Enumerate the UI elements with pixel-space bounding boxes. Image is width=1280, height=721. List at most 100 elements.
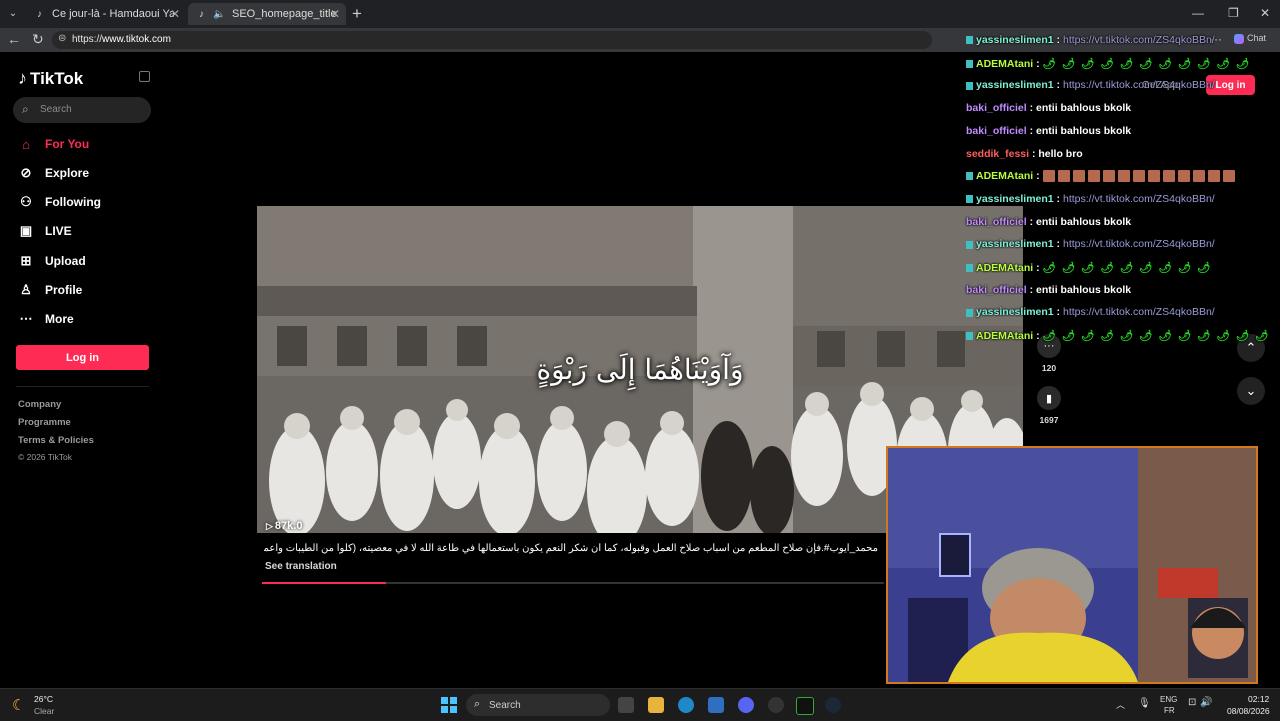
- footer-terms-link[interactable]: Terms & Policies: [18, 435, 94, 446]
- search-icon: ⌕: [474, 698, 481, 710]
- save-action[interactable]: ▮ 1697: [1034, 386, 1064, 425]
- chat-link[interactable]: https://vt.tiktok.com/ZS4qkoBBn/: [1063, 306, 1215, 318]
- footer-company-link[interactable]: Company: [18, 399, 61, 410]
- tab-ce-jour-la[interactable]: ♪ Ce jour-là - Hamdaoui Yassmine (\ ✕: [26, 3, 186, 25]
- chat-message: yassineslimen1 : https://vt.tiktok.com/Z…: [966, 79, 1215, 91]
- edge-browser-icon[interactable]: [678, 697, 694, 713]
- keyboard-layout[interactable]: FR: [1164, 706, 1175, 715]
- moon-weather-icon[interactable]: ☾: [12, 696, 25, 714]
- footer-programme-link[interactable]: Programme: [18, 417, 71, 428]
- chat-emote-icon: [1162, 170, 1175, 183]
- chat-message: yassineslimen1 : https://vt.tiktok.com/Z…: [966, 34, 1215, 46]
- nav-following[interactable]: ⚇ Following: [18, 191, 101, 213]
- chat-emote-icon: [1087, 170, 1100, 183]
- file-explorer-icon[interactable]: [648, 697, 664, 713]
- show-hidden-icons-icon[interactable]: ︿: [1116, 698, 1125, 711]
- windows-start-icon[interactable]: [441, 697, 457, 713]
- chat-emote-icon: [1132, 170, 1145, 183]
- store-icon[interactable]: [708, 697, 724, 713]
- chat-message: yassineslimen1 : https://vt.tiktok.com/Z…: [966, 193, 1215, 205]
- chat-username: yassineslimen1: [976, 34, 1054, 46]
- chat-link[interactable]: https://vt.tiktok.com/ZS4qkoBBn/: [1063, 238, 1215, 250]
- video-progress-bar[interactable]: [262, 582, 884, 584]
- nav-profile[interactable]: ♙ Profile: [18, 279, 82, 301]
- minimize-button[interactable]: —: [1192, 6, 1204, 20]
- chevron-up-icon: ⌃: [1245, 340, 1257, 355]
- chat-emote-icon: [1177, 170, 1190, 183]
- clock-time[interactable]: 02:12: [1248, 694, 1269, 704]
- tab-list-menu-icon[interactable]: ⌄: [4, 6, 22, 22]
- tiktok-logo[interactable]: ♪ TikTok: [18, 68, 83, 89]
- tab-seo-homepage[interactable]: ♪ 🔈 SEO_homepage_title ✕: [188, 3, 346, 25]
- discord-icon[interactable]: [738, 697, 754, 713]
- collapse-sidebar-icon[interactable]: [139, 71, 150, 82]
- chat-badge-icon: [966, 332, 973, 341]
- new-tab-button[interactable]: +: [352, 4, 362, 24]
- chat-emote-icon: [1222, 170, 1235, 183]
- video-description: محمد_أيوب#.فإن صلاح المطعم من أسباب صلاح…: [264, 543, 878, 554]
- chat-badge-icon: [966, 81, 973, 90]
- search-input[interactable]: ⌕ Search: [13, 97, 151, 123]
- tiktok-sidebar: ♪ TikTok ⌕ Search ⌂ For You ⊘ Explore ⚇ Fol…: [0, 52, 165, 688]
- app-icon[interactable]: [768, 697, 784, 713]
- following-icon: ⚇: [20, 194, 32, 209]
- chevron-down-icon: ⌄: [1245, 383, 1257, 398]
- chat-emote-icon: [1057, 170, 1070, 183]
- footer-copyright: © 2026 TikTok: [18, 452, 72, 462]
- microphone-icon[interactable]: 🎙: [1138, 698, 1151, 709]
- chat-button[interactable]: Chat: [1234, 33, 1266, 44]
- clock-date[interactable]: 08/08/2026: [1227, 706, 1270, 716]
- chat-text: hello bro: [1038, 147, 1083, 160]
- chat-emote-icon: [1207, 170, 1220, 183]
- restore-button[interactable]: ❐: [1228, 6, 1239, 20]
- home-icon: ⌂: [22, 136, 30, 152]
- chat-message: baki_officiel : entii bahlous bkolk: [966, 124, 1132, 137]
- chat-badge-icon: [966, 195, 973, 204]
- chat-message: yassineslimen1 : https://vt.tiktok.com/Z…: [966, 238, 1215, 250]
- terminal-icon[interactable]: [796, 697, 814, 715]
- copilot-icon: [1234, 33, 1244, 44]
- chat-message: baki_officiel : entii bahlous bkolk: [966, 283, 1132, 296]
- language-indicator[interactable]: ENG: [1160, 695, 1177, 704]
- tab-close-icon[interactable]: ✕: [170, 7, 180, 21]
- url-field[interactable]: ⊜ https://www.tiktok.com: [52, 31, 932, 49]
- play-icon: ▷: [266, 521, 273, 531]
- bookmark-icon: ▮: [1037, 386, 1061, 410]
- more-icon: ⋯: [19, 311, 33, 326]
- chat-link[interactable]: https://vt.tiktok.com/ZS4qkoBBn/: [1063, 193, 1215, 205]
- nav-live[interactable]: ▣ LIVE: [18, 220, 72, 242]
- steam-icon[interactable]: [825, 697, 841, 713]
- save-count: 1697: [1039, 415, 1059, 425]
- live-icon: ▣: [19, 223, 33, 238]
- sidebar-login-button[interactable]: Log in: [16, 345, 149, 370]
- reload-icon[interactable]: ↻: [32, 31, 44, 48]
- chat-badge-icon: [966, 264, 973, 273]
- task-view-icon[interactable]: [618, 697, 634, 713]
- chat-text: entii bahlous bkolk: [1036, 124, 1132, 137]
- chat-username: baki_officiel: [966, 215, 1027, 228]
- close-window-button[interactable]: ✕: [1260, 6, 1270, 20]
- chat-emote-icon: [1192, 170, 1205, 183]
- tiktok-note-icon: ♪: [18, 68, 27, 88]
- network-volume-icon[interactable]: ⊡🔊: [1188, 697, 1217, 708]
- chat-username: baki_officiel: [966, 124, 1027, 137]
- nav-for-you[interactable]: ⌂ For You: [18, 133, 89, 155]
- tiktok-favicon-icon: ♪: [199, 8, 204, 20]
- tab-close-icon[interactable]: ✕: [330, 7, 340, 21]
- back-arrow-icon[interactable]: ←: [7, 31, 21, 47]
- next-video-button[interactable]: ⌄: [1237, 377, 1265, 405]
- comment-count: 120: [1041, 363, 1057, 373]
- chat-badge-icon: [966, 59, 973, 68]
- chat-message: ADEMAtani :: [966, 170, 1238, 183]
- weather-temperature[interactable]: 26°C: [34, 694, 53, 704]
- nav-upload[interactable]: ⊞ Upload: [18, 250, 86, 272]
- nav-more[interactable]: ⋯ More: [18, 308, 74, 330]
- see-translation-link[interactable]: See translation: [265, 561, 337, 572]
- chat-link[interactable]: https://vt.tiktok.com/ZS4qkoBBn/: [1063, 34, 1215, 46]
- nav-explore[interactable]: ⊘ Explore: [18, 162, 89, 184]
- chat-text: 🌶🌶🌶🌶🌶🌶🌶🌶🌶: [1042, 262, 1217, 274]
- chat-link[interactable]: https://vt.tiktok.com/ZS4qkoBBn/: [1063, 79, 1215, 91]
- chat-badge-icon: [966, 36, 973, 45]
- site-info-icon[interactable]: ⊜: [58, 33, 66, 44]
- taskbar-search-input[interactable]: ⌕ Search: [466, 694, 610, 716]
